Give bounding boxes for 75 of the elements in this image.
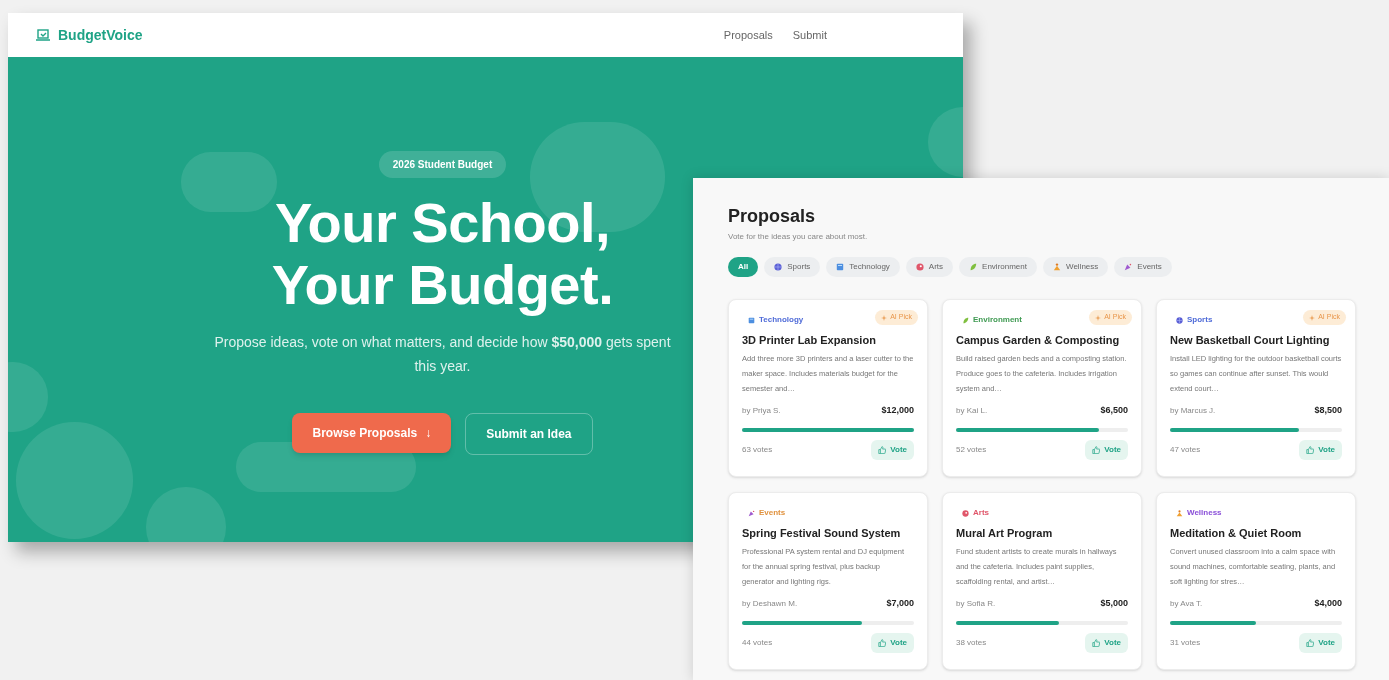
filter-chip[interactable]: Arts xyxy=(905,257,954,277)
vote-count: 47 votes xyxy=(1170,443,1201,456)
vote-button[interactable]: Vote xyxy=(1085,439,1128,460)
leaf-icon xyxy=(962,316,969,324)
category-label: Sports xyxy=(1187,314,1213,326)
vote-button[interactable]: Vote xyxy=(1299,439,1342,460)
vote-count: 63 votes xyxy=(742,443,773,456)
sparkle-icon xyxy=(1095,314,1102,321)
brand-logo-text[interactable]: BudgetVoice xyxy=(58,24,143,46)
nav-link[interactable]: Proposals xyxy=(723,26,773,44)
vote-button[interactable]: Vote xyxy=(871,632,914,653)
author-name: by Marcus J. xyxy=(1170,404,1216,417)
category-label: Arts xyxy=(973,507,989,519)
filter-chip[interactable]: Wellness xyxy=(1043,257,1109,277)
budget-amount: $8,500 xyxy=(1314,404,1342,417)
submit-idea-button[interactable]: Submit an Idea xyxy=(465,413,593,455)
sparkle-icon xyxy=(1309,314,1316,321)
author-name: by Kai L. xyxy=(956,404,988,417)
palette-icon xyxy=(915,263,924,271)
hero-headline-line: Your Budget. xyxy=(271,254,614,316)
ball-icon xyxy=(1176,316,1183,324)
leaf-icon xyxy=(969,263,978,271)
section-title: Proposals xyxy=(728,205,817,228)
hero-headline-line: Your School, xyxy=(274,192,611,254)
vote-count: 52 votes xyxy=(956,443,987,456)
filter-chip[interactable]: Environment xyxy=(959,257,1037,277)
budget-amount: $7,000 xyxy=(886,597,914,610)
vote-button[interactable]: Vote xyxy=(871,439,914,460)
budget-amount: $12,000 xyxy=(881,404,914,417)
thumbs-up-icon xyxy=(878,445,887,454)
card-title: Meditation & Quiet Room xyxy=(1170,526,1303,541)
card-title: 3D Printer Lab Expansion xyxy=(742,333,877,348)
thumbs-up-icon xyxy=(1306,638,1315,647)
budget-amount: $4,000 xyxy=(1314,597,1342,610)
vote-button[interactable]: Vote xyxy=(1085,632,1128,653)
budget-amount: $6,500 xyxy=(1100,404,1128,417)
author-name: by Deshawn M. xyxy=(742,597,798,610)
category-label: Events xyxy=(759,507,786,519)
author-name: by Ava T. xyxy=(1170,597,1203,610)
ball-icon xyxy=(774,263,783,271)
filter-chip[interactable]: All xyxy=(728,257,759,277)
figure-icon xyxy=(1053,263,1061,271)
filter-chip[interactable]: Events xyxy=(1114,257,1172,277)
card-title: Spring Festival Sound System xyxy=(742,526,902,541)
card-title: Mural Art Program xyxy=(956,526,1054,541)
filter-chip[interactable]: Sports xyxy=(764,257,821,277)
category-label: Environment xyxy=(973,314,1022,326)
sparkle-icon xyxy=(881,314,888,321)
card-title: New Basketball Court Lighting xyxy=(1170,333,1331,348)
category-label: Wellness xyxy=(1187,507,1222,519)
thumbs-up-icon xyxy=(1092,445,1101,454)
browse-proposals-button[interactable]: Browse Proposals ↓ xyxy=(292,413,452,453)
palette-icon xyxy=(962,509,969,517)
vote-count: 31 votes xyxy=(1170,636,1201,649)
year-badge: 2026 Student Budget xyxy=(378,151,507,178)
section-subtitle: Vote for the ideas you care about most. xyxy=(728,231,869,243)
party-popper-icon xyxy=(1124,263,1133,271)
vote-button[interactable]: Vote xyxy=(1299,632,1342,653)
book-icon xyxy=(836,263,845,271)
book-icon xyxy=(748,316,755,324)
figure-icon xyxy=(1176,509,1183,517)
nav-link[interactable]: Submit xyxy=(792,26,827,44)
vote-count: 38 votes xyxy=(956,636,987,649)
card-title: Campus Garden & Composting xyxy=(956,333,1121,348)
budget-amount: $5,000 xyxy=(1100,597,1128,610)
filter-chip[interactable]: Technology xyxy=(826,257,900,277)
thumbs-up-icon xyxy=(878,638,887,647)
thumbs-up-icon xyxy=(1092,638,1101,647)
vote-count: 44 votes xyxy=(742,636,773,649)
thumbs-up-icon xyxy=(1306,445,1315,454)
category-label: Technology xyxy=(759,314,804,326)
party-popper-icon xyxy=(748,509,755,517)
author-name: by Priya S. xyxy=(742,404,781,417)
author-name: by Sofia R. xyxy=(956,597,996,610)
hero-description: Propose ideas, vote on what matters, and decide how $50,000 gets spent this year. xyxy=(213,333,672,376)
